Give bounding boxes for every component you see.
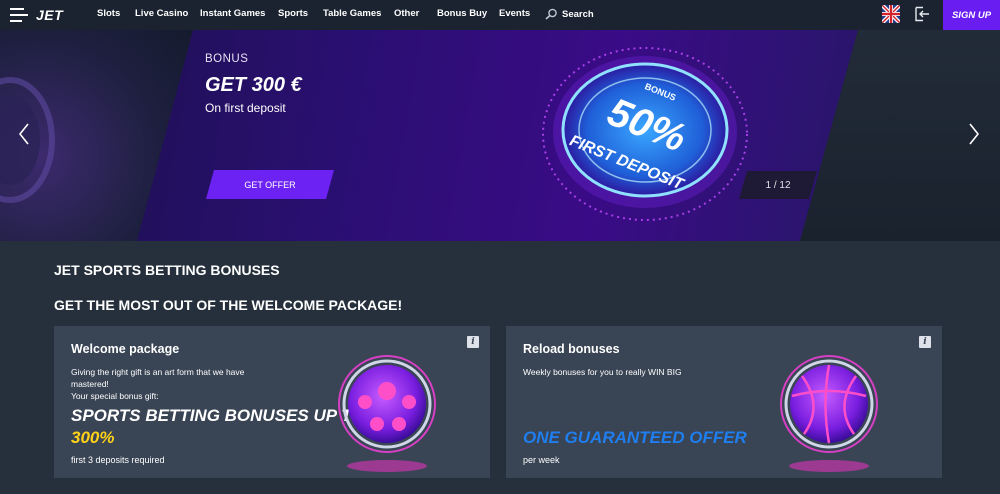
uk-flag-icon[interactable] [882,5,900,23]
nav-sports[interactable]: Sports [278,8,308,19]
nav-other[interactable]: Other [394,8,419,19]
info-icon[interactable]: i [467,336,479,348]
reload-bonuses-card[interactable]: Reload bonuses Weekly bonuses for you to… [506,326,942,478]
section-subheading: GET THE MOST OUT OF THE WELCOME PACKAGE! [54,297,403,313]
top-navigation-bar: JET Slots Live Casino Instant Games Spor… [0,0,1000,30]
soccer-ball-icon [338,355,436,472]
card-title: Welcome package [71,342,180,356]
hero-bonus-label: BONUS [205,53,249,65]
nav-events[interactable]: Events [499,8,530,19]
hero-banner: BONUS GET 300 € On first deposit GET OFF… [0,30,1000,241]
card-text-line-1: Giving the right gift is an art form tha… [71,367,245,377]
login-icon[interactable] [914,6,930,22]
hero-title: GET 300 € [205,74,302,96]
prev-slide-arrow-icon[interactable] [16,122,32,146]
nav-slots[interactable]: Slots [97,8,120,19]
next-slide-arrow-icon[interactable] [966,122,982,146]
card-text-line-3: Your special bonus gift: [71,391,159,401]
nav-bonus-buy[interactable]: Bonus Buy [437,8,487,19]
get-offer-button[interactable]: GET OFFER [206,170,334,199]
card-text: Weekly bonuses for you to really WIN BIG [523,367,682,377]
info-icon[interactable]: i [919,336,931,348]
card-note: per week [523,455,560,465]
slide-counter: 1 / 12 [739,171,817,199]
hero-subtitle: On first deposit [205,101,286,115]
sign-up-button[interactable]: SIGN UP [943,0,1000,30]
card-title: Reload bonuses [523,342,620,356]
nav-instant-games[interactable]: Instant Games [200,8,265,19]
section-heading: JET SPORTS BETTING BONUSES [54,262,280,278]
search-button[interactable]: Search [545,8,594,20]
logo[interactable]: JET [36,7,63,23]
hamburger-menu-icon[interactable] [10,8,28,22]
basketball-icon [780,355,878,472]
welcome-package-card[interactable]: Welcome package Giving the right gift is… [54,326,490,478]
nav-table-games[interactable]: Table Games [323,8,381,19]
promo-line: ONE GUARANTEED OFFER [523,428,747,447]
first-deposit-badge: BONUS 50% FIRST DEPOSIT [542,47,748,221]
search-icon [545,8,557,20]
search-label: Search [562,8,594,20]
card-text-line-2: mastered! [71,379,109,389]
nav-live-casino[interactable]: Live Casino [135,8,188,19]
card-note: first 3 deposits required [71,455,165,465]
promo-line-1: SPORTS BETTING BONUSES UP TO [71,406,365,425]
promo-line-2: 300% [71,428,115,447]
